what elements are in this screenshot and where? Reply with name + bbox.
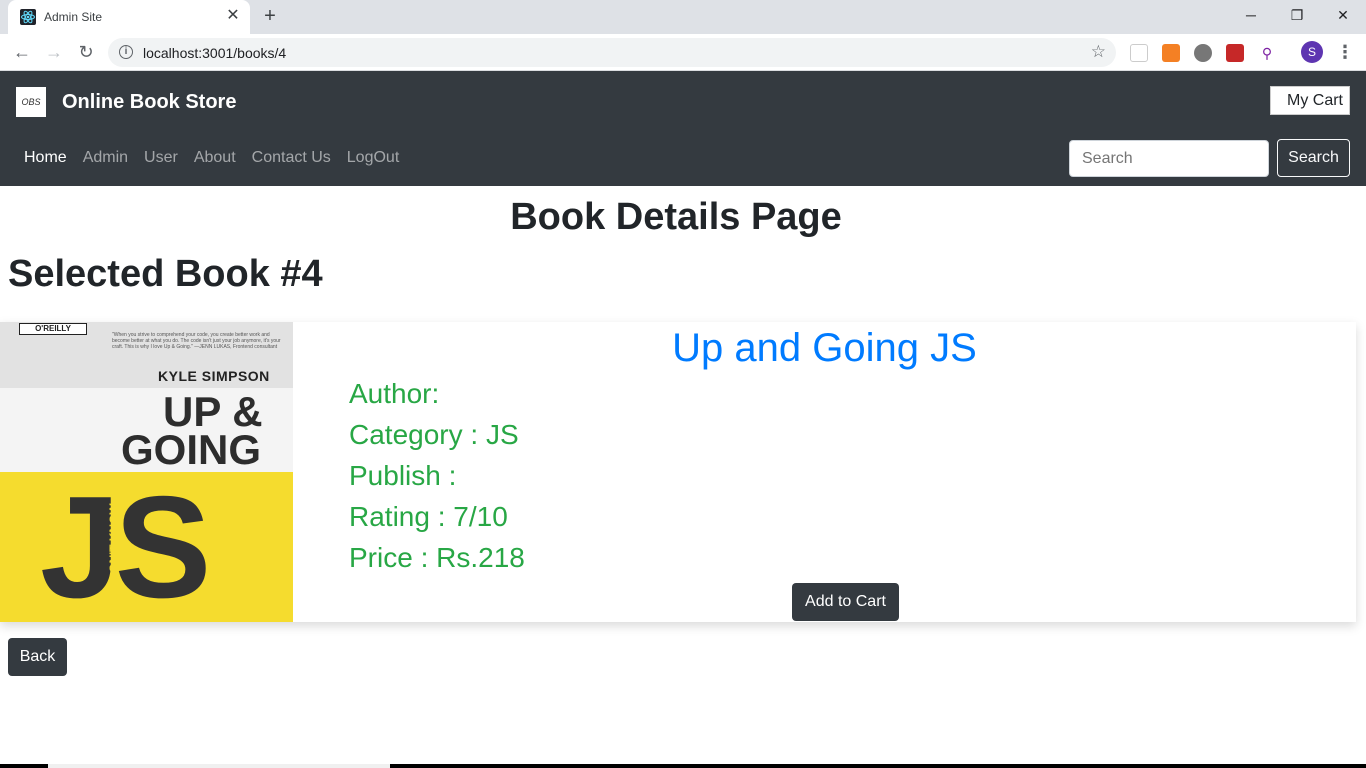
url-text[interactable]: localhost:3001/books/4 xyxy=(143,45,286,61)
nav-user[interactable]: User xyxy=(136,149,186,167)
browser-tab-bar: Admin Site ✕ + ─ ❐ ✕ xyxy=(0,0,1366,34)
new-tab-icon[interactable]: + xyxy=(260,6,280,26)
book-title: Up and Going JS xyxy=(672,326,977,370)
cover-blurb: "When you strive to comprehend your code… xyxy=(112,332,281,350)
cover-publisher: O'REILLY xyxy=(19,323,87,335)
nav-logout[interactable]: LogOut xyxy=(339,149,407,167)
tab-title: Admin Site xyxy=(44,10,103,24)
cover-title-line2: GOING xyxy=(121,426,262,473)
cover-series: YOU DON'T KNOW xyxy=(106,503,121,611)
extension-red-icon[interactable] xyxy=(1226,44,1244,62)
brand-logo[interactable]: OBS xyxy=(16,87,46,117)
book-cover-image: O'REILLY "When you strive to comprehend … xyxy=(0,322,293,622)
forward-arrow-icon[interactable]: → xyxy=(43,41,65,63)
address-bar[interactable]: i localhost:3001/books/4 ☆ xyxy=(108,38,1116,67)
my-cart-button[interactable]: My Cart xyxy=(1270,86,1350,115)
extension-search-icon[interactable]: ⚲ xyxy=(1258,44,1276,62)
nav-home[interactable]: Home xyxy=(16,149,75,167)
site-info-icon[interactable]: i xyxy=(119,45,133,59)
extension-pocket-icon[interactable] xyxy=(1130,44,1148,62)
close-window-icon[interactable]: ✕ xyxy=(1320,0,1366,30)
browser-toolbar: ← → ↻ i localhost:3001/books/4 ☆ ⚲ S ⋮ xyxy=(0,34,1366,71)
cover-big-text: JS xyxy=(40,466,211,622)
book-author: Author: xyxy=(349,378,440,409)
search-input[interactable] xyxy=(1069,140,1269,177)
extension-stack-icon[interactable] xyxy=(1162,44,1180,62)
nav-links: Home Admin User About Contact Us LogOut xyxy=(16,149,407,167)
search-button[interactable]: Search xyxy=(1277,139,1350,177)
back-button[interactable]: Back xyxy=(8,638,67,676)
site-navbar: OBS Online Book Store My Cart Home Admin… xyxy=(0,71,1366,186)
add-to-cart-button[interactable]: Add to Cart xyxy=(792,583,899,621)
minimize-icon[interactable]: ─ xyxy=(1228,0,1274,30)
extension-circle-icon[interactable] xyxy=(1194,44,1212,62)
reload-icon[interactable]: ↻ xyxy=(75,41,97,63)
book-category: Category : JS xyxy=(349,419,519,450)
book-price: Price : Rs.218 xyxy=(349,542,525,573)
nav-about[interactable]: About xyxy=(186,149,244,167)
page-title: Book Details Page xyxy=(510,196,842,238)
restore-icon[interactable]: ❐ xyxy=(1274,0,1320,30)
profile-avatar[interactable]: S xyxy=(1301,41,1323,63)
bookmark-star-icon[interactable]: ☆ xyxy=(1091,42,1106,62)
menu-kebab-icon[interactable]: ⋮ xyxy=(1336,41,1354,63)
brand-name[interactable]: Online Book Store xyxy=(62,91,236,114)
book-rating: Rating : 7/10 xyxy=(349,501,508,532)
cover-author: KYLE SIMPSON xyxy=(158,368,270,384)
nav-admin[interactable]: Admin xyxy=(75,149,136,167)
back-arrow-icon[interactable]: ← xyxy=(11,41,33,63)
react-icon xyxy=(20,9,36,25)
selected-book-heading: Selected Book #4 xyxy=(8,253,323,295)
nav-contact-us[interactable]: Contact Us xyxy=(244,149,339,167)
browser-tab[interactable]: Admin Site ✕ xyxy=(8,0,250,34)
book-card: O'REILLY "When you strive to comprehend … xyxy=(0,322,1356,622)
book-publish: Publish : xyxy=(349,460,457,491)
tab-close-icon[interactable]: ✕ xyxy=(224,7,242,25)
